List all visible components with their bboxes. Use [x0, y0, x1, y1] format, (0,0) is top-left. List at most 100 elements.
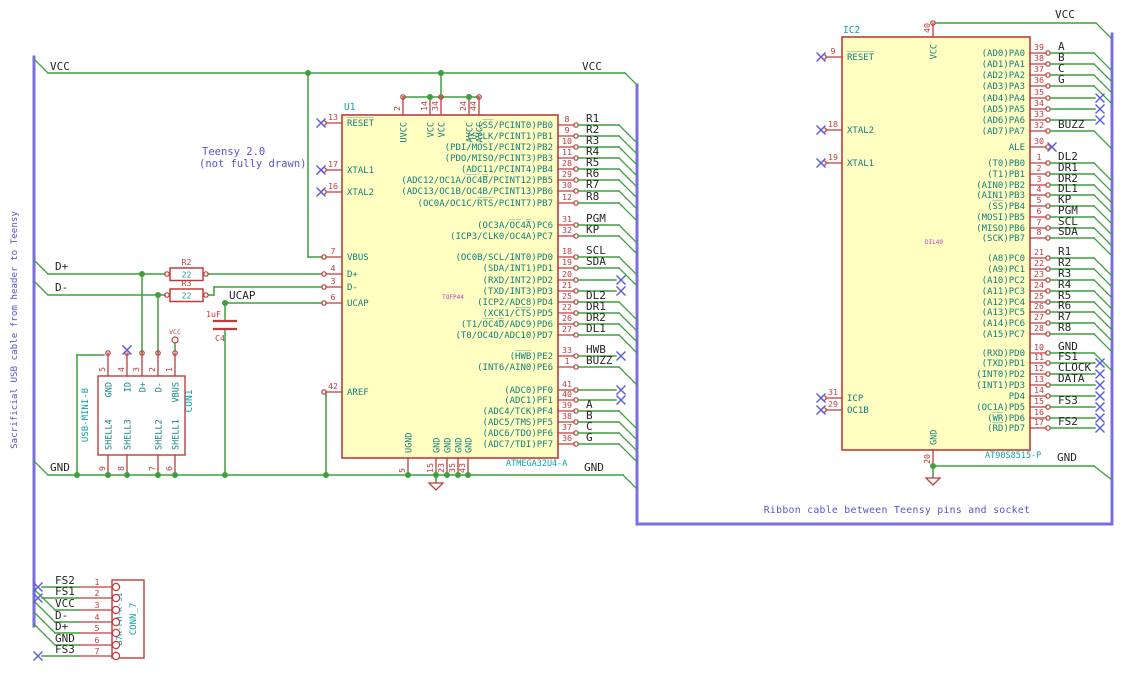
- net-label[interactable]: G: [586, 431, 593, 444]
- pin-name: ALE: [1009, 143, 1025, 153]
- value-label[interactable]: USB-MINI-B: [81, 388, 91, 442]
- net-label[interactable]: BUZZ: [1058, 118, 1085, 131]
- net-label[interactable]: BUZZ: [586, 354, 613, 367]
- annotation-text[interactable]: Sacrificial USB cable from header to Tee…: [9, 211, 20, 449]
- bus-entry-icon: [33, 460, 49, 476]
- pin-name: (ADC12/OC1A/O̅C̅4̅B̅/PCINT12)PB5: [401, 174, 553, 186]
- pin-number: 31: [562, 214, 572, 224]
- bus-entry-icon: [1093, 216, 1113, 236]
- bus-entry-icon: [1093, 162, 1113, 182]
- pin-number: 20: [562, 269, 572, 279]
- pin-name: XTAL2: [347, 188, 374, 198]
- reference-label[interactable]: U1: [344, 102, 356, 113]
- pin-number: 6: [1037, 206, 1042, 216]
- junction-dot: [155, 472, 161, 478]
- footprint-label[interactable]: DIL40: [925, 239, 943, 246]
- pin-number: 16: [1034, 407, 1044, 417]
- pin-name: (R̅D̅)PD7: [987, 422, 1025, 434]
- net-label[interactable]: R8: [586, 190, 599, 203]
- pin-number: 13: [328, 112, 338, 122]
- part-name-label[interactable]: ATMEGA32U4-A: [506, 459, 567, 469]
- pin-name: (OC1A)PD5: [976, 403, 1025, 413]
- pin-name: (RXD/INT2)PD2: [483, 276, 553, 286]
- junction-dot: [222, 472, 228, 478]
- pin-number: 6: [164, 466, 174, 471]
- bus-entry-icon: [1093, 311, 1113, 331]
- net-label[interactable]: SDA: [586, 255, 606, 268]
- pin-number: 11: [562, 147, 572, 157]
- net-label[interactable]: D+: [55, 260, 69, 273]
- bus-entry-icon: [1093, 290, 1113, 310]
- net-label[interactable]: SDA: [1058, 225, 1078, 238]
- reference-label[interactable]: R3: [182, 278, 192, 288]
- pin-end-circle: [111, 582, 121, 592]
- pin-name: GND: [105, 382, 115, 397]
- net-label[interactable]: VCC: [1055, 8, 1075, 21]
- bus-entry-icon: [618, 146, 638, 166]
- bus-entry-icon: [618, 256, 638, 276]
- pin-number: 30: [1034, 136, 1044, 146]
- bus-entry-icon: [618, 443, 638, 463]
- net-label[interactable]: FS2: [1058, 415, 1078, 428]
- pin-number: 38: [562, 411, 572, 421]
- pin-name: (PDO/MISO/PCINT3)PB3: [445, 154, 553, 164]
- part-name-label[interactable]: AT90S8515-P: [985, 451, 1041, 461]
- pin-name: VBUS: [347, 253, 369, 263]
- reference-label[interactable]: IC2: [843, 25, 860, 36]
- net-label[interactable]: DL1: [586, 322, 606, 335]
- pin-end-circle: [111, 617, 121, 627]
- net-label[interactable]: GND: [584, 461, 604, 474]
- pin-name: (AD5)PA5: [982, 105, 1025, 115]
- reference-label[interactable]: R2: [182, 257, 192, 267]
- pin-name: UVCC: [400, 122, 410, 142]
- pin-number: 9: [97, 466, 107, 471]
- net-label[interactable]: FS3: [55, 643, 75, 656]
- value-label[interactable]: 1uF: [206, 309, 221, 319]
- pin-name: PD4: [1009, 392, 1025, 402]
- junction-dot: [139, 271, 145, 277]
- pin-name: (INT6/AIN0)PE6: [477, 363, 553, 373]
- net-label[interactable]: GND: [1057, 451, 1077, 464]
- bus-entry-icon: [622, 474, 638, 490]
- annotation-text[interactable]: Teensy 2.0: [202, 146, 265, 158]
- net-label[interactable]: DATA: [1058, 372, 1085, 385]
- pin-number: 17: [1034, 417, 1044, 427]
- pin-name: (TXD)PD1: [982, 359, 1025, 369]
- junction-dot: [74, 472, 80, 478]
- pin-number: 17: [328, 159, 338, 169]
- net-label[interactable]: VCC: [582, 60, 602, 73]
- reference-label[interactable]: CON1: [184, 389, 195, 412]
- pin-name: (PDI/MOSI/PCINT2)PB2: [445, 143, 553, 153]
- pin-name: D-: [347, 283, 358, 293]
- bus-entry-icon: [618, 157, 638, 177]
- footprint-label[interactable]: TQFP44: [442, 294, 464, 301]
- net-label[interactable]: VCC: [50, 60, 70, 73]
- gnd-symbol-icon: [924, 477, 942, 486]
- net-label[interactable]: GND: [50, 461, 70, 474]
- annotation-text[interactable]: (not fully drawn): [199, 158, 306, 170]
- pin-name: AVCC: [476, 122, 486, 142]
- bus-entry-icon: [618, 312, 638, 332]
- net-label[interactable]: R8: [1058, 321, 1071, 334]
- bus-entry-icon: [1093, 279, 1113, 299]
- net-label[interactable]: D-: [55, 281, 68, 294]
- reference-label[interactable]: CONN_7: [129, 603, 139, 636]
- pin-name: (AD6)PA6: [982, 116, 1025, 126]
- pin-number: 6: [331, 292, 336, 302]
- bus-entry-icon: [618, 235, 638, 255]
- junction-dot: [172, 472, 178, 478]
- value-label[interactable]: 22: [182, 291, 192, 301]
- bus-entry-icon: [618, 135, 638, 155]
- annotation-text[interactable]: Ribbon cable between Teensy pins and soc…: [764, 505, 1031, 516]
- net-label[interactable]: G: [1058, 73, 1065, 86]
- pin-number: 24: [458, 101, 468, 111]
- pin-number: 19: [828, 152, 838, 162]
- net-label[interactable]: UCAP: [229, 289, 256, 302]
- pin-end-circle: [111, 593, 121, 603]
- net-label[interactable]: KP: [586, 223, 600, 236]
- junction-dot: [222, 300, 228, 306]
- net-label[interactable]: FS3: [1058, 394, 1078, 407]
- reference-label[interactable]: C4: [215, 333, 225, 343]
- pin-name: R̅E̅S̅E̅T̅: [847, 51, 875, 63]
- pin-number: 4: [95, 612, 100, 622]
